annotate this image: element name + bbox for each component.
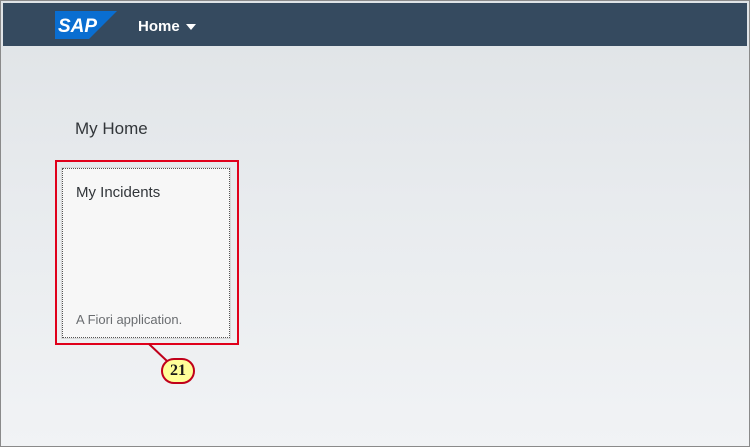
home-menu-label: Home — [138, 17, 180, 35]
home-menu-button[interactable]: Home — [138, 15, 196, 37]
step-callout-badge: 21 — [161, 358, 195, 384]
sap-logo[interactable]: SAP — [55, 11, 117, 39]
screenshot-frame: SAP Home My Home My Incidents A Fiori ap… — [0, 0, 750, 447]
shell-bar: SAP Home — [3, 3, 747, 46]
sap-logo-text: SAP — [58, 16, 97, 37]
tile-footer: A Fiori application. — [76, 312, 183, 327]
tile-title: My Incidents — [76, 184, 161, 201]
group-title: My Home — [75, 119, 148, 138]
caret-down-icon — [185, 24, 196, 30]
tile-my-incidents[interactable]: My Incidents A Fiori application. — [62, 168, 230, 338]
